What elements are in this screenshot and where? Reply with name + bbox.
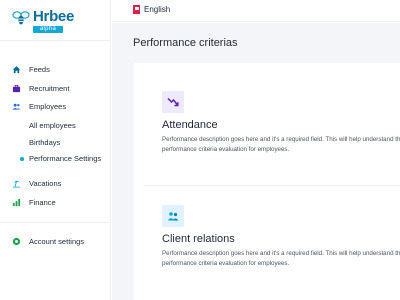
users-icon: [12, 102, 21, 111]
sidebar-item-label: Account settings: [29, 237, 85, 246]
flag-icon: [133, 5, 140, 14]
criteria-description: Performance description goes here and it…: [162, 136, 400, 153]
criteria-description: Performance description goes here and it…: [162, 250, 400, 267]
sidebar-subitem-performance-settings[interactable]: Performance Settings: [19, 154, 101, 163]
criteria-title: Attendance: [162, 119, 218, 131]
sidebar-item-finance[interactable]: Finance: [12, 198, 56, 207]
logo-badge: alpha: [33, 26, 63, 33]
app-logo[interactable]: Hrbee alpha: [12, 9, 74, 33]
criteria-item-client-relations[interactable]: Client relations Performance description…: [162, 205, 400, 269]
language-selector[interactable]: English: [133, 5, 170, 14]
page-title: Performance criterias: [133, 37, 238, 49]
sidebar-subitem-birthdays[interactable]: Birthdays: [29, 138, 60, 147]
sidebar: Hrbee alpha Feeds Recruitment Employees …: [0, 0, 111, 300]
beach-icon: [12, 179, 21, 188]
trend-down-icon: [162, 91, 184, 113]
criteria-title: Client relations: [162, 233, 235, 245]
sidebar-item-label: Feeds: [29, 65, 50, 74]
main-content: Performance criterias Attendance Perform…: [112, 23, 400, 300]
divider: [144, 185, 400, 186]
sidebar-item-label: Employees: [29, 102, 67, 111]
bee-logo-icon: [12, 11, 30, 25]
sidebar-item-feeds[interactable]: Feeds: [12, 65, 50, 74]
divider: [0, 222, 111, 223]
people-chat-icon: [162, 205, 184, 227]
criteria-item-attendance[interactable]: Attendance Performance description goes …: [162, 91, 400, 155]
language-label: English: [144, 5, 171, 14]
criteria-card: Attendance Performance description goes …: [134, 63, 400, 300]
sidebar-item-employees[interactable]: Employees: [12, 102, 66, 111]
sidebar-item-recruitment[interactable]: Recruitment: [12, 84, 69, 93]
home-icon: [12, 65, 21, 74]
sidebar-item-account-settings[interactable]: Account settings: [12, 237, 84, 246]
divider: [0, 40, 111, 41]
sidebar-subitem-all-employees[interactable]: All employees: [29, 121, 76, 130]
bar-chart-icon: [12, 198, 21, 207]
briefcase-icon: [12, 84, 21, 93]
sidebar-item-label: Vacations: [29, 179, 62, 188]
sidebar-item-vacations[interactable]: Vacations: [12, 179, 61, 188]
logo-name: Hrbee: [33, 8, 75, 25]
sidebar-item-label: Finance: [29, 198, 56, 207]
top-bar: English: [112, 0, 400, 22]
sidebar-item-label: Recruitment: [29, 84, 70, 93]
settings-icon: [12, 237, 21, 246]
